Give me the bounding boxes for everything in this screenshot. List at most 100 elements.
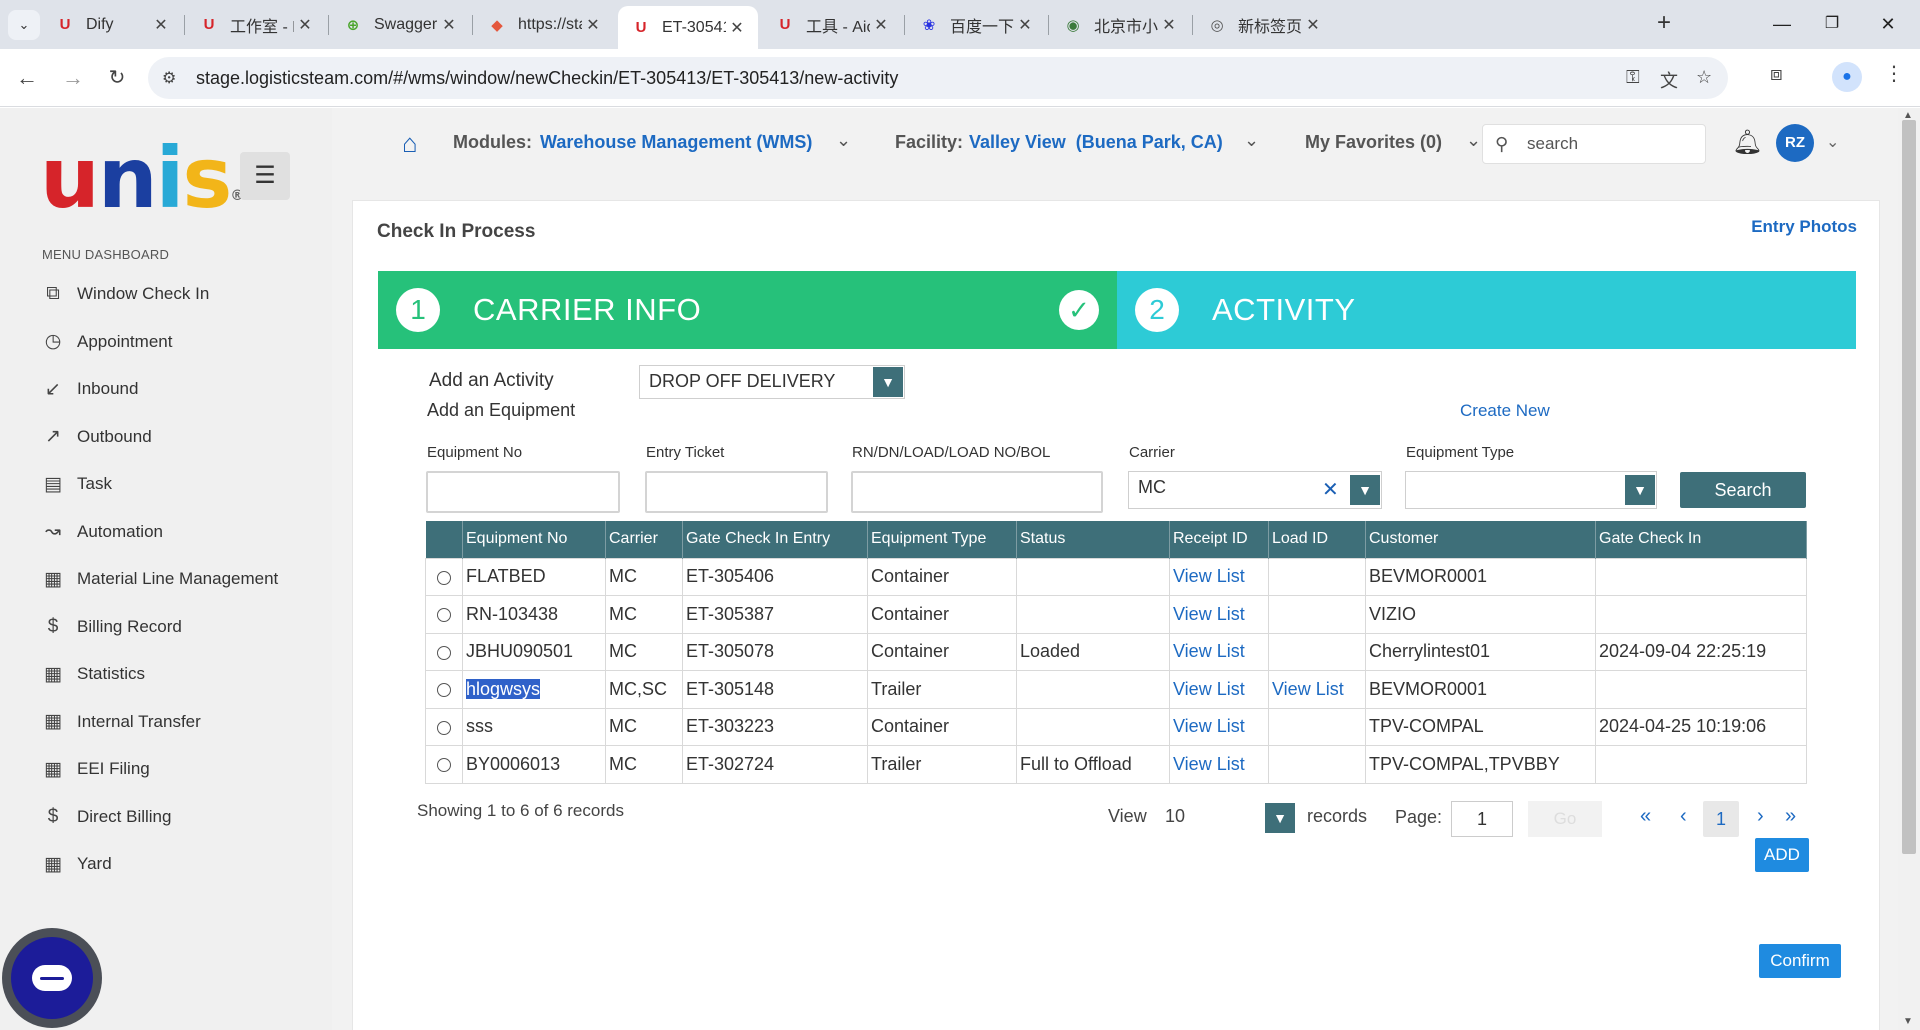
step-activity[interactable]: 2 ACTIVITY — [1117, 271, 1856, 349]
scroll-down-icon[interactable]: ▼ — [1903, 1016, 1913, 1027]
unis-logo[interactable]: unis® — [40, 128, 244, 228]
minimize-icon[interactable]: — — [1762, 8, 1802, 40]
facility-dropdown[interactable]: Valley View (Buena Park, CA) — [969, 132, 1223, 153]
page-size-chevron-icon[interactable]: ▼ — [1265, 803, 1295, 833]
page-scrollbar[interactable]: ▲ ▼ — [1898, 108, 1920, 1030]
tab-close-icon[interactable]: ✕ — [726, 18, 748, 38]
prev-page-icon[interactable]: ‹ — [1680, 805, 1687, 828]
table-row[interactable]: BY0006013 MC ET-302724 Trailer Full to Offlo… — [425, 745, 1807, 784]
next-page-icon[interactable]: › — [1757, 805, 1764, 828]
user-avatar[interactable]: RZ — [1776, 124, 1814, 162]
table-row[interactable]: FLATBED MC ET-305406 Container View List BEVM… — [425, 557, 1807, 596]
translate-icon[interactable]: 文 — [1660, 67, 1678, 93]
add-button[interactable]: ADD — [1755, 838, 1809, 872]
modules-chevron-icon[interactable]: ⌄ — [836, 130, 851, 151]
table-row[interactable]: RN-103438 MC ET-305387 Container View List VI… — [425, 595, 1807, 634]
home-icon[interactable]: ⌂ — [402, 128, 418, 159]
rn-dn-load-input[interactable] — [851, 471, 1103, 513]
last-page-icon[interactable]: » — [1785, 805, 1796, 828]
sidebar-item[interactable]: ▤ Task — [40, 469, 112, 499]
view-list-link[interactable]: View List — [1173, 566, 1245, 586]
modules-dropdown[interactable]: Warehouse Management (WMS) — [540, 132, 812, 153]
tab-close-icon[interactable]: ✕ — [582, 15, 604, 35]
browser-tab[interactable]: ◆ https://stag✕ — [474, 6, 614, 43]
facility-chevron-icon[interactable]: ⌄ — [1244, 130, 1259, 151]
row-radio[interactable] — [437, 683, 451, 697]
password-key-icon[interactable]: ⚿ — [1626, 67, 1640, 88]
browser-tab[interactable]: ◉ 北京市小客车✕ — [1050, 6, 1190, 43]
tab-close-icon[interactable]: ✕ — [1302, 15, 1324, 35]
view-list-link[interactable]: View List — [1272, 679, 1344, 699]
row-radio[interactable] — [437, 645, 451, 660]
equipment-no-input[interactable] — [426, 471, 620, 513]
chevron-down-icon[interactable]: ▼ — [873, 367, 903, 397]
page-size-value[interactable]: 10 — [1165, 806, 1185, 827]
browser-tab[interactable]: U ET-305413-✕ — [618, 6, 758, 49]
tab-close-icon[interactable]: ✕ — [1014, 15, 1036, 35]
sidebar-item[interactable]: ↙ Inbound — [40, 374, 138, 404]
global-search-input[interactable] — [1527, 134, 1697, 154]
browser-tab[interactable]: ❀ 百度一下，你✕ — [906, 6, 1046, 43]
first-page-icon[interactable]: « — [1640, 805, 1651, 828]
table-row[interactable]: JBHU090501 MC ET-305078 Container Loaded View… — [425, 632, 1807, 671]
site-settings-icon[interactable]: ⚙ — [162, 68, 176, 88]
browser-tab[interactable]: U 工作室 - Dify✕ — [186, 6, 326, 43]
sidebar-item[interactable]: ⧉ Window Check In — [40, 279, 209, 309]
activity-select[interactable]: DROP OFF DELIVERY ▼ — [639, 365, 905, 399]
page-number-input[interactable]: 1 — [1451, 801, 1513, 837]
tab-search-chevron-icon[interactable]: ⌄ — [8, 10, 40, 40]
browser-tab[interactable]: ◎ 新标签页 ✕ — [1194, 6, 1334, 43]
sidebar-item[interactable]: ◷ Appointment — [40, 327, 173, 357]
sidebar-item[interactable]: ↗ Outbound — [40, 422, 152, 452]
favorites-chevron-icon[interactable]: ⌄ — [1466, 130, 1481, 151]
carrier-select[interactable]: MC ✕ ▼ — [1128, 471, 1382, 509]
entry-ticket-input[interactable] — [645, 471, 828, 513]
tab-close-icon[interactable]: ✕ — [294, 15, 316, 35]
back-icon[interactable]: ← — [12, 63, 42, 93]
sidebar-item[interactable]: ▦ Yard — [40, 849, 112, 879]
view-list-link[interactable]: View List — [1173, 716, 1245, 736]
bookmark-star-icon[interactable]: ☆ — [1696, 67, 1712, 88]
sidebar-item[interactable]: $ Direct Billing — [40, 802, 172, 832]
equipment-type-select[interactable]: ▼ — [1405, 471, 1657, 509]
chat-bubble-button[interactable] — [2, 928, 102, 1028]
reload-icon[interactable]: ↻ — [102, 63, 132, 93]
view-list-link[interactable]: View List — [1173, 604, 1245, 624]
row-radio[interactable] — [437, 720, 451, 735]
row-radio[interactable] — [437, 570, 451, 585]
restore-icon[interactable]: ❐ — [1812, 8, 1852, 40]
tab-close-icon[interactable]: ✕ — [1158, 15, 1180, 35]
sidebar-item[interactable]: ▦ Internal Transfer — [40, 707, 201, 737]
sidebar-item[interactable]: ▦ Statistics — [40, 659, 145, 689]
browser-menu-icon[interactable]: ⋮ — [1884, 61, 1904, 86]
go-button[interactable]: Go — [1528, 801, 1602, 837]
sidebar-item[interactable]: ↝ Automation — [40, 517, 163, 547]
sidebar-item[interactable]: ▦ Material Line Management — [40, 564, 278, 594]
current-page-button[interactable]: 1 — [1703, 801, 1739, 837]
close-window-icon[interactable]: ✕ — [1868, 8, 1908, 40]
step-carrier-info[interactable]: 1 CARRIER INFO ✓ — [378, 271, 1117, 349]
view-list-link[interactable]: View List — [1173, 679, 1245, 699]
notification-bell-icon[interactable]: 🔔︎ — [1732, 128, 1762, 157]
tab-close-icon[interactable]: ✕ — [438, 15, 460, 35]
forward-icon[interactable]: → — [58, 63, 88, 93]
clear-x-icon[interactable]: ✕ — [1322, 477, 1339, 502]
create-new-link[interactable]: Create New — [1460, 401, 1550, 421]
user-menu-chevron-icon[interactable]: ⌄ — [1826, 132, 1839, 152]
sidebar-item[interactable]: $ Billing Record — [40, 612, 182, 642]
search-button[interactable]: Search — [1680, 472, 1806, 508]
table-row[interactable]: hlogwsys MC,SC ET-305148 Trailer View List Vi… — [425, 670, 1807, 709]
my-favorites-dropdown[interactable]: My Favorites (0) — [1305, 132, 1442, 153]
tab-close-icon[interactable]: ✕ — [870, 15, 892, 35]
row-radio[interactable] — [437, 608, 451, 622]
sidebar-item[interactable]: ▦ EEI Filing — [40, 754, 150, 784]
tab-close-icon[interactable]: ✕ — [150, 15, 172, 35]
view-list-link[interactable]: View List — [1173, 754, 1245, 774]
scroll-thumb[interactable] — [1902, 120, 1916, 854]
confirm-button[interactable]: Confirm — [1759, 944, 1841, 978]
browser-tab[interactable]: U 工具 - Aiop✕ — [762, 6, 902, 43]
url-text[interactable]: stage.logisticsteam.com/#/wms/window/new… — [196, 68, 898, 89]
profile-avatar-icon[interactable]: ● — [1832, 62, 1862, 92]
new-tab-plus-icon[interactable]: + — [1650, 10, 1678, 38]
chevron-down-icon[interactable]: ▼ — [1625, 475, 1655, 505]
